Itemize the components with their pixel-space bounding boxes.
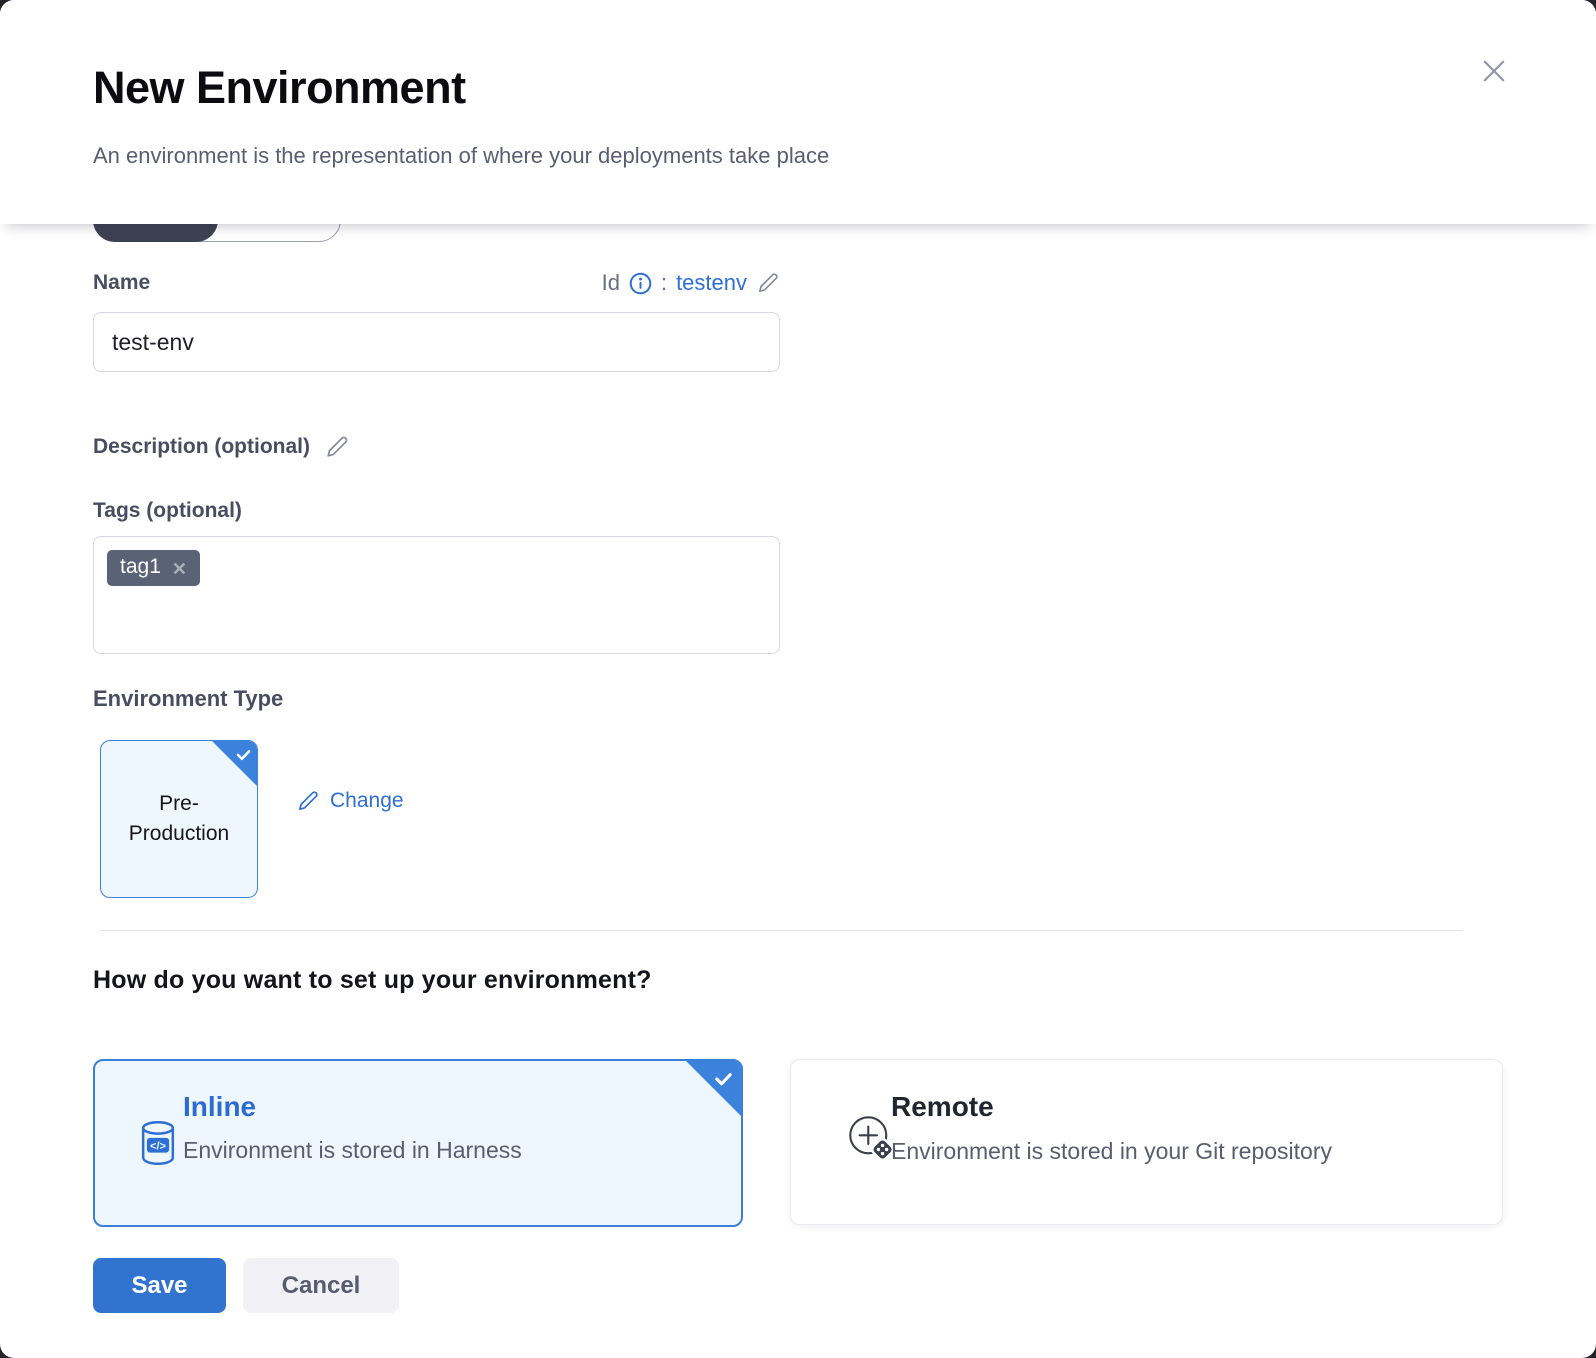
option-description: Environment is stored in your Git reposi… [891, 1138, 1332, 1165]
svg-text:</>: </> [150, 1141, 167, 1153]
id-separator: : [661, 270, 667, 296]
option-card-inline[interactable]: </> Inline Environment is stored in Harn… [93, 1059, 743, 1227]
description-label: Description (optional) [93, 435, 310, 459]
id-value: testenv [676, 270, 747, 296]
environment-type-value: Pre-Production [101, 789, 257, 850]
remove-tag-button[interactable]: ✕ [172, 557, 187, 578]
new-environment-dialog: VISUAL YAML New Environment An environme… [0, 0, 1596, 1358]
checkmark-icon [712, 1067, 735, 1090]
option-card-remote[interactable]: Remote Environment is stored in your Git… [790, 1059, 1503, 1225]
name-input[interactable] [93, 312, 780, 372]
option-title: Remote [891, 1091, 994, 1123]
close-button[interactable] [1474, 52, 1514, 92]
close-icon [1477, 54, 1511, 88]
setup-heading: How do you want to set up your environme… [93, 966, 652, 995]
option-title: Inline [183, 1091, 256, 1123]
inline-database-code-icon: </> [137, 1119, 179, 1169]
section-divider [100, 930, 1462, 931]
save-button[interactable]: Save [93, 1258, 226, 1313]
change-environment-type-button[interactable]: Change [296, 789, 404, 813]
pencil-icon [296, 789, 320, 813]
pencil-icon [756, 271, 780, 295]
edit-description-button[interactable] [324, 434, 350, 460]
pencil-icon [324, 434, 350, 460]
environment-type-label: Environment Type [93, 686, 283, 712]
id-info-button[interactable] [629, 272, 652, 295]
id-label: Id [602, 270, 620, 296]
tags-label: Tags (optional) [93, 499, 242, 523]
tags-input[interactable]: tag1 ✕ [93, 536, 780, 654]
entity-id-row: Id : testenv [93, 270, 780, 296]
description-row: Description (optional) [93, 434, 350, 460]
dialog-header: New Environment An environment is the re… [0, 0, 1596, 224]
option-description: Environment is stored in Harness [183, 1137, 522, 1164]
dialog-subtitle: An environment is the representation of … [93, 143, 829, 169]
tag-chip-label: tag1 [120, 555, 161, 579]
edit-id-button[interactable] [756, 271, 780, 295]
checkmark-icon [234, 745, 253, 764]
change-label: Change [330, 789, 404, 813]
page-title: New Environment [93, 62, 466, 114]
tag-chip: tag1 ✕ [107, 550, 200, 586]
info-icon [629, 272, 652, 295]
environment-type-card-preproduction[interactable]: Pre-Production [100, 740, 258, 898]
cancel-button[interactable]: Cancel [243, 1258, 399, 1313]
